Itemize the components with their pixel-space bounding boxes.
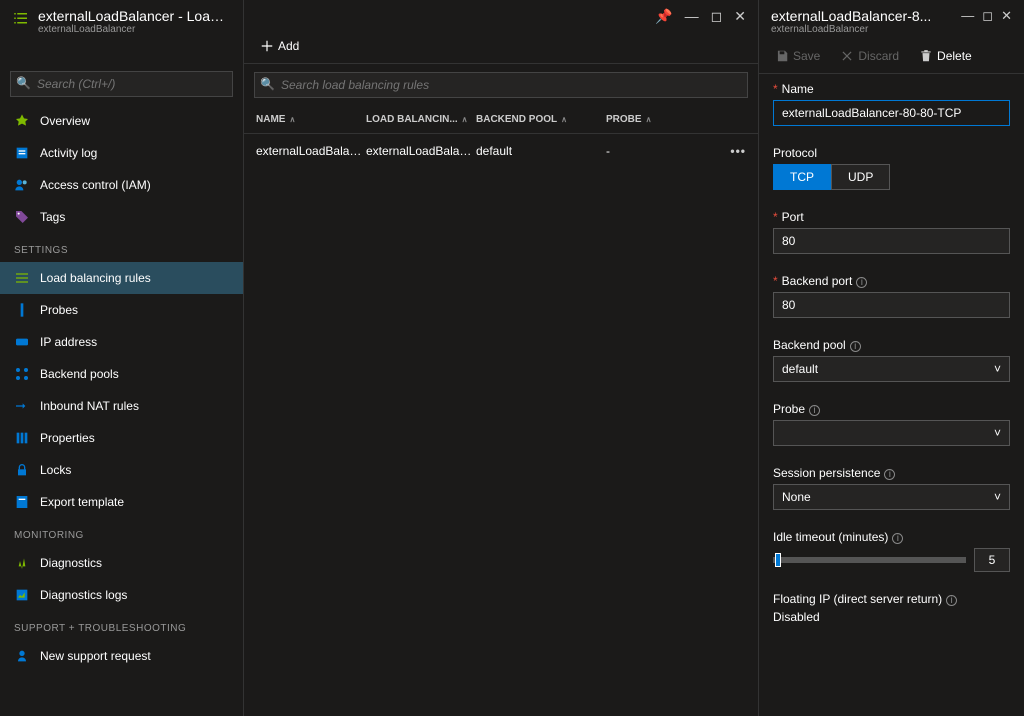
nav-new-support-request[interactable]: New support request bbox=[0, 640, 243, 672]
nav-export-template[interactable]: Export template bbox=[0, 486, 243, 518]
protocol-tcp-button[interactable]: TCP bbox=[773, 164, 831, 190]
diag-icon bbox=[14, 555, 30, 571]
close-icon[interactable]: ✕ bbox=[734, 8, 746, 25]
backend-icon bbox=[14, 366, 30, 382]
sidebar-search-input[interactable] bbox=[10, 71, 233, 97]
nav-ip-address[interactable]: IP address bbox=[0, 326, 243, 358]
idle-timeout-value[interactable] bbox=[974, 548, 1010, 572]
row-menu-icon[interactable]: ••• bbox=[730, 144, 746, 158]
column-probe[interactable]: PROBE∧ bbox=[606, 114, 686, 125]
session-persistence-label: Session persistence bbox=[773, 466, 880, 480]
chevron-down-icon: ˅ bbox=[994, 426, 1001, 440]
info-icon[interactable]: i bbox=[850, 341, 861, 352]
nav-load-balancing-rules[interactable]: Load balancing rules bbox=[0, 262, 243, 294]
nav-backend-pools[interactable]: Backend pools bbox=[0, 358, 243, 390]
add-button[interactable]: Add bbox=[252, 35, 307, 57]
info-icon[interactable]: i bbox=[946, 595, 957, 606]
pin-icon[interactable]: 📌 bbox=[655, 8, 672, 25]
probes-icon bbox=[14, 302, 30, 318]
nav-locks[interactable]: Locks bbox=[0, 454, 243, 486]
info-icon[interactable]: i bbox=[809, 405, 820, 416]
nav-overview[interactable]: Overview bbox=[0, 105, 243, 137]
maximize-icon[interactable]: ◻ bbox=[711, 8, 723, 25]
trash-icon bbox=[919, 49, 933, 63]
backend-pool-select[interactable]: default˅ bbox=[773, 356, 1010, 382]
sort-caret-icon: ∧ bbox=[462, 115, 468, 124]
nav-iam[interactable]: Access control (IAM) bbox=[0, 169, 243, 201]
column-name[interactable]: NAME∧ bbox=[256, 114, 366, 125]
ip-icon bbox=[14, 334, 30, 350]
backend-port-input[interactable] bbox=[773, 292, 1010, 318]
page-title: externalLoadBalancer - Load balancing ru… bbox=[38, 8, 231, 24]
floating-ip-value: Disabled bbox=[773, 610, 1010, 624]
name-input[interactable] bbox=[773, 100, 1010, 126]
chevron-down-icon: ˅ bbox=[994, 362, 1001, 376]
props-icon bbox=[14, 430, 30, 446]
chevron-down-icon: ˅ bbox=[994, 490, 1001, 504]
settings-header: SETTINGS bbox=[0, 233, 243, 262]
iam-icon bbox=[14, 177, 30, 193]
lbr-icon bbox=[14, 270, 30, 286]
minimize-icon[interactable]: — bbox=[685, 8, 699, 25]
sort-caret-icon: ∧ bbox=[289, 115, 295, 124]
rules-search-input[interactable] bbox=[254, 72, 748, 98]
nav-probes[interactable]: Probes bbox=[0, 294, 243, 326]
info-icon[interactable]: i bbox=[884, 469, 895, 480]
detail-subtitle: externalLoadBalancer bbox=[771, 24, 953, 35]
sort-caret-icon: ∧ bbox=[561, 115, 567, 124]
nav-diagnostics-logs[interactable]: Diagnostics logs bbox=[0, 579, 243, 611]
activity-icon bbox=[14, 145, 30, 161]
probe-select[interactable]: ˅ bbox=[773, 420, 1010, 446]
floating-ip-label: Floating IP (direct server return) bbox=[773, 592, 942, 606]
delete-button[interactable]: Delete bbox=[911, 45, 980, 67]
support-header: SUPPORT + TROUBLESHOOTING bbox=[0, 611, 243, 640]
maximize-icon[interactable]: ◻ bbox=[982, 8, 993, 24]
support-icon bbox=[14, 648, 30, 664]
slider-thumb[interactable] bbox=[775, 553, 781, 567]
page-subtitle: externalLoadBalancer bbox=[38, 24, 231, 35]
session-persistence-select[interactable]: None˅ bbox=[773, 484, 1010, 510]
backend-pool-label: Backend pool bbox=[773, 338, 846, 352]
nat-icon bbox=[14, 398, 30, 414]
search-icon: 🔍 bbox=[16, 76, 31, 90]
diaglogs-icon bbox=[14, 587, 30, 603]
idle-timeout-slider[interactable] bbox=[773, 557, 966, 563]
table-header: NAME∧ LOAD BALANCIN...∧ BACKEND POOL∧ PR… bbox=[244, 106, 758, 134]
name-label: Name bbox=[782, 82, 814, 96]
locks-icon bbox=[14, 462, 30, 478]
table-row[interactable]: externalLoadBalance... externalLoadBalan… bbox=[244, 134, 758, 168]
protocol-udp-button[interactable]: UDP bbox=[831, 164, 890, 190]
nav-tags[interactable]: Tags bbox=[0, 201, 243, 233]
plus-icon bbox=[260, 39, 274, 53]
monitoring-header: MONITORING bbox=[0, 518, 243, 547]
backend-port-label: Backend port bbox=[782, 274, 853, 288]
probe-label: Probe bbox=[773, 402, 805, 416]
save-button[interactable]: Save bbox=[767, 45, 828, 67]
discard-button[interactable]: Discard bbox=[832, 45, 907, 67]
port-input[interactable] bbox=[773, 228, 1010, 254]
nav-diagnostics[interactable]: Diagnostics bbox=[0, 547, 243, 579]
close-icon[interactable]: ✕ bbox=[1001, 8, 1012, 24]
discard-icon bbox=[840, 49, 854, 63]
minimize-icon[interactable]: — bbox=[961, 8, 974, 24]
column-load-balancing[interactable]: LOAD BALANCIN...∧ bbox=[366, 114, 476, 125]
search-icon: 🔍 bbox=[260, 77, 275, 91]
protocol-label: Protocol bbox=[773, 146, 1010, 160]
nav-properties[interactable]: Properties bbox=[0, 422, 243, 454]
nav-inbound-nat[interactable]: Inbound NAT rules bbox=[0, 390, 243, 422]
nav-activity-log[interactable]: Activity log bbox=[0, 137, 243, 169]
lb-rules-icon bbox=[12, 10, 30, 28]
idle-timeout-label: Idle timeout (minutes) bbox=[773, 530, 888, 544]
sort-caret-icon: ∧ bbox=[646, 115, 652, 124]
port-label: Port bbox=[782, 210, 804, 224]
export-icon bbox=[14, 494, 30, 510]
detail-title: externalLoadBalancer-8... bbox=[771, 8, 953, 24]
info-icon[interactable]: i bbox=[856, 277, 867, 288]
info-icon[interactable]: i bbox=[892, 533, 903, 544]
tags-icon bbox=[14, 209, 30, 225]
save-icon bbox=[775, 49, 789, 63]
column-backend-pool[interactable]: BACKEND POOL∧ bbox=[476, 114, 606, 125]
overview-icon bbox=[14, 113, 30, 129]
